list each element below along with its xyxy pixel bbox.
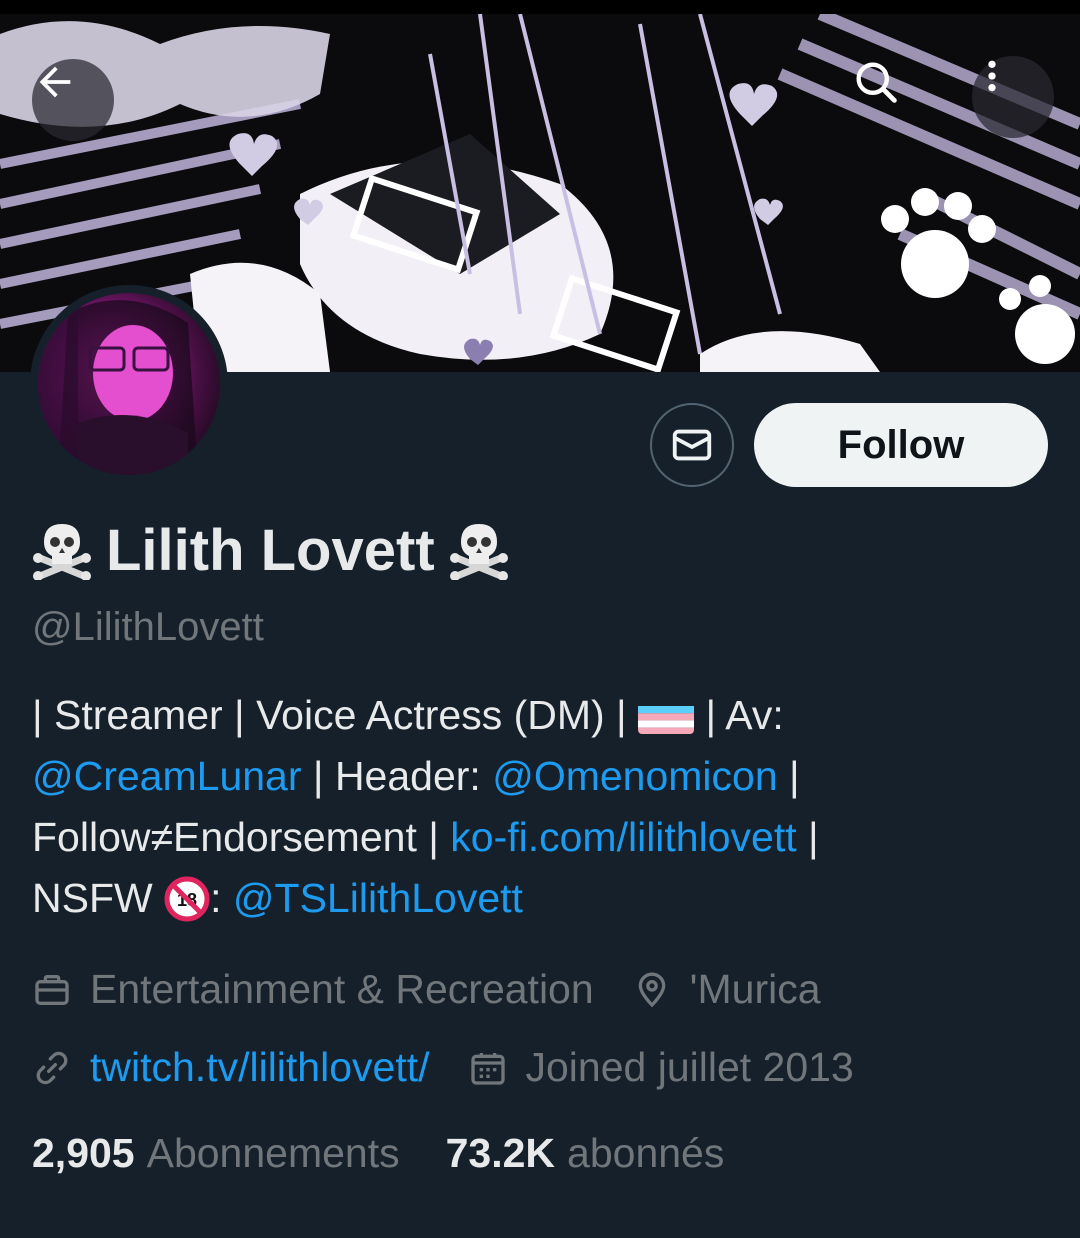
profile-category: Entertainment & Recreation	[90, 966, 594, 1012]
mention-link[interactable]: @TSLilithLovett	[233, 875, 523, 921]
location-pin-icon	[638, 972, 665, 1007]
profile-meta-row-1: Entertainment & Recreation 'Murica	[32, 966, 821, 1013]
back-button[interactable]	[32, 59, 114, 141]
profile-stats: 2,905 Abonnements 73.2K abonnés	[32, 1130, 724, 1177]
profile-joined-date: Joined juillet 2013	[525, 1044, 854, 1090]
calendar-icon	[470, 1052, 505, 1085]
kofi-link[interactable]: ko-fi.com/lilithlovett	[450, 814, 796, 860]
no-under-18-icon: 18	[164, 876, 210, 922]
more-vertical-icon	[988, 60, 996, 92]
arrow-left-icon	[39, 66, 71, 98]
message-button[interactable]	[650, 403, 734, 487]
bio-line-3: Follow≠Endorsement | ko-fi.com/lilithlov…	[32, 814, 819, 860]
mention-link[interactable]: @CreamLunar	[32, 753, 302, 799]
profile-meta-row-2: twitch.tv/lilithlovett/ Joined juillet 2…	[32, 1044, 854, 1091]
more-options-button[interactable]	[972, 56, 1054, 138]
display-name: Lilith Lovett	[106, 517, 435, 583]
transgender-flag-icon	[638, 698, 695, 734]
search-button[interactable]	[850, 56, 932, 138]
profile-location: 'Murica	[689, 966, 821, 1012]
avatar[interactable]	[30, 285, 228, 483]
skull-crossbones-icon	[33, 524, 91, 580]
bio-line-4: NSFW 18 : @TSLilithLovett	[32, 875, 523, 922]
briefcase-icon	[35, 974, 69, 1005]
profile-bio: | Streamer | Voice Actress (DM) | | Av: …	[32, 685, 1052, 929]
status-bar-strip	[0, 0, 1080, 14]
skull-crossbones-icon	[449, 524, 508, 580]
link-icon	[36, 1051, 68, 1084]
following-stat[interactable]: 2,905 Abonnements	[32, 1130, 400, 1177]
search-icon	[856, 62, 897, 103]
bio-line-1: | Streamer | Voice Actress (DM) | | Av:	[32, 685, 1052, 746]
follow-button[interactable]: Follow	[754, 403, 1048, 487]
envelope-icon	[672, 429, 712, 461]
website-link[interactable]: twitch.tv/lilithlovett/	[90, 1044, 430, 1091]
followers-stat[interactable]: 73.2K abonnés	[446, 1130, 725, 1177]
mention-link[interactable]: @Omenomicon	[492, 753, 777, 799]
profile-handle: @LilithLovett	[32, 605, 264, 649]
avatar-image	[38, 293, 220, 475]
display-name-row: Lilith Lovett	[32, 512, 509, 588]
bio-line-2: @CreamLunar | Header: @Omenomicon |	[32, 753, 800, 799]
